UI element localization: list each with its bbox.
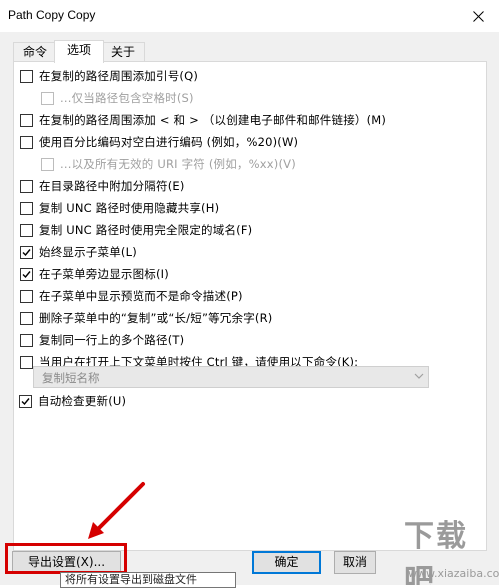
option-label: ...以及所有无效的 URI 字符 (例如，%xx)(V) xyxy=(60,157,296,171)
checkbox-checked[interactable] xyxy=(20,245,33,259)
option-label: 在复制的路径周围添加引号(Q) xyxy=(39,69,199,83)
option-multiple-paths-one-line[interactable]: 复制同一行上的多个路径(T) xyxy=(20,332,184,348)
option-label: ...仅当路径包含空格时(S) xyxy=(60,91,194,105)
close-icon xyxy=(472,10,484,22)
tab-commands[interactable]: 命令 xyxy=(13,42,57,62)
checkbox[interactable] xyxy=(20,179,33,193)
checkbox[interactable] xyxy=(20,113,33,127)
option-label: 在子菜单中显示预览而不是命令描述(P) xyxy=(39,289,243,303)
checkmark-icon xyxy=(22,248,31,256)
option-append-separator[interactable]: 在目录路径中附加分隔符(E) xyxy=(20,178,185,194)
option-label: 在子菜单旁边显示图标(I) xyxy=(39,267,169,281)
checkbox[interactable] xyxy=(41,157,54,171)
option-label: 始终显示子菜单(L) xyxy=(39,245,137,259)
checkmark-icon xyxy=(21,397,30,405)
option-fqdn[interactable]: 复制 UNC 路径时使用完全限定的域名(F) xyxy=(20,222,252,238)
combobox-value: 复制短名称 xyxy=(42,371,100,385)
option-label: 使用百分比编码对空白进行编码 (例如，%20)(W) xyxy=(39,135,299,149)
checkbox[interactable] xyxy=(20,223,33,237)
ok-button[interactable]: 确定 xyxy=(252,551,321,574)
option-label: 复制同一行上的多个路径(T) xyxy=(39,333,185,347)
option-remove-redundant-words[interactable]: 删除子菜单中的“复制”或“长/短”等冗余字(R) xyxy=(20,310,272,326)
close-button[interactable] xyxy=(457,0,499,32)
option-auto-update[interactable]: 自动检查更新(U) xyxy=(19,393,126,409)
checkbox[interactable] xyxy=(20,135,33,149)
option-label: 删除子菜单中的“复制”或“长/短”等冗余字(R) xyxy=(39,311,273,325)
option-percent-encode-spaces[interactable]: 使用百分比编码对空白进行编码 (例如，%20)(W) xyxy=(20,134,298,150)
option-label: 在复制的路径周围添加 < 和 > （以创建电子邮件和邮件链接）(M) xyxy=(39,113,387,127)
highlight-box xyxy=(5,543,127,574)
options-panel: 在复制的路径周围添加引号(Q) ...仅当路径包含空格时(S) 在复制的路径周围… xyxy=(13,61,487,551)
option-always-show-submenu[interactable]: 始终显示子菜单(L) xyxy=(20,244,137,260)
option-encode-invalid-uri[interactable]: ...以及所有无效的 URI 字符 (例如，%xx)(V) xyxy=(41,156,296,172)
option-label: 复制 UNC 路径时使用完全限定的域名(F) xyxy=(39,223,253,237)
checkmark-icon xyxy=(22,270,31,278)
option-show-icons[interactable]: 在子菜单旁边显示图标(I) xyxy=(20,266,169,282)
watermark-url: www.xiazaiba.com xyxy=(408,567,499,580)
option-quotes-only-spaces[interactable]: ...仅当路径包含空格时(S) xyxy=(41,90,194,106)
chevron-down-icon xyxy=(414,373,424,379)
ctrl-command-combobox[interactable]: 复制短名称 xyxy=(33,366,429,388)
checkbox[interactable] xyxy=(20,69,33,83)
tab-options[interactable]: 选项 xyxy=(54,40,104,63)
option-add-quotes[interactable]: 在复制的路径周围添加引号(Q) xyxy=(20,68,198,84)
watermark: 下载吧 www.xiazaiba.com xyxy=(360,505,499,585)
option-show-preview[interactable]: 在子菜单中显示预览而不是命令描述(P) xyxy=(20,288,243,304)
checkbox[interactable] xyxy=(20,289,33,303)
window-title: Path Copy Copy xyxy=(8,8,96,22)
checkbox[interactable] xyxy=(20,333,33,347)
option-label: 自动检查更新(U) xyxy=(38,394,127,408)
option-label: 在目录路径中附加分隔符(E) xyxy=(39,179,185,193)
option-hidden-shares[interactable]: 复制 UNC 路径时使用隐藏共享(H) xyxy=(20,200,219,216)
checkbox[interactable] xyxy=(20,355,33,369)
option-add-angle-brackets[interactable]: 在复制的路径周围添加 < 和 > （以创建电子邮件和邮件链接）(M) xyxy=(20,112,386,128)
checkbox-checked[interactable] xyxy=(20,267,33,281)
checkbox[interactable] xyxy=(41,91,54,105)
title-bar: Path Copy Copy xyxy=(0,0,499,32)
option-label: 复制 UNC 路径时使用隐藏共享(H) xyxy=(39,201,220,215)
export-tooltip: 将所有设置导出到磁盘文件 xyxy=(60,572,236,588)
dialog-client-area: 命令 选项 关于 在复制的路径周围添加引号(Q) ...仅当路径包含空格时(S)… xyxy=(0,32,499,588)
checkbox[interactable] xyxy=(20,311,33,325)
tab-about[interactable]: 关于 xyxy=(101,42,145,62)
checkbox[interactable] xyxy=(20,201,33,215)
checkbox-checked[interactable] xyxy=(19,394,32,408)
